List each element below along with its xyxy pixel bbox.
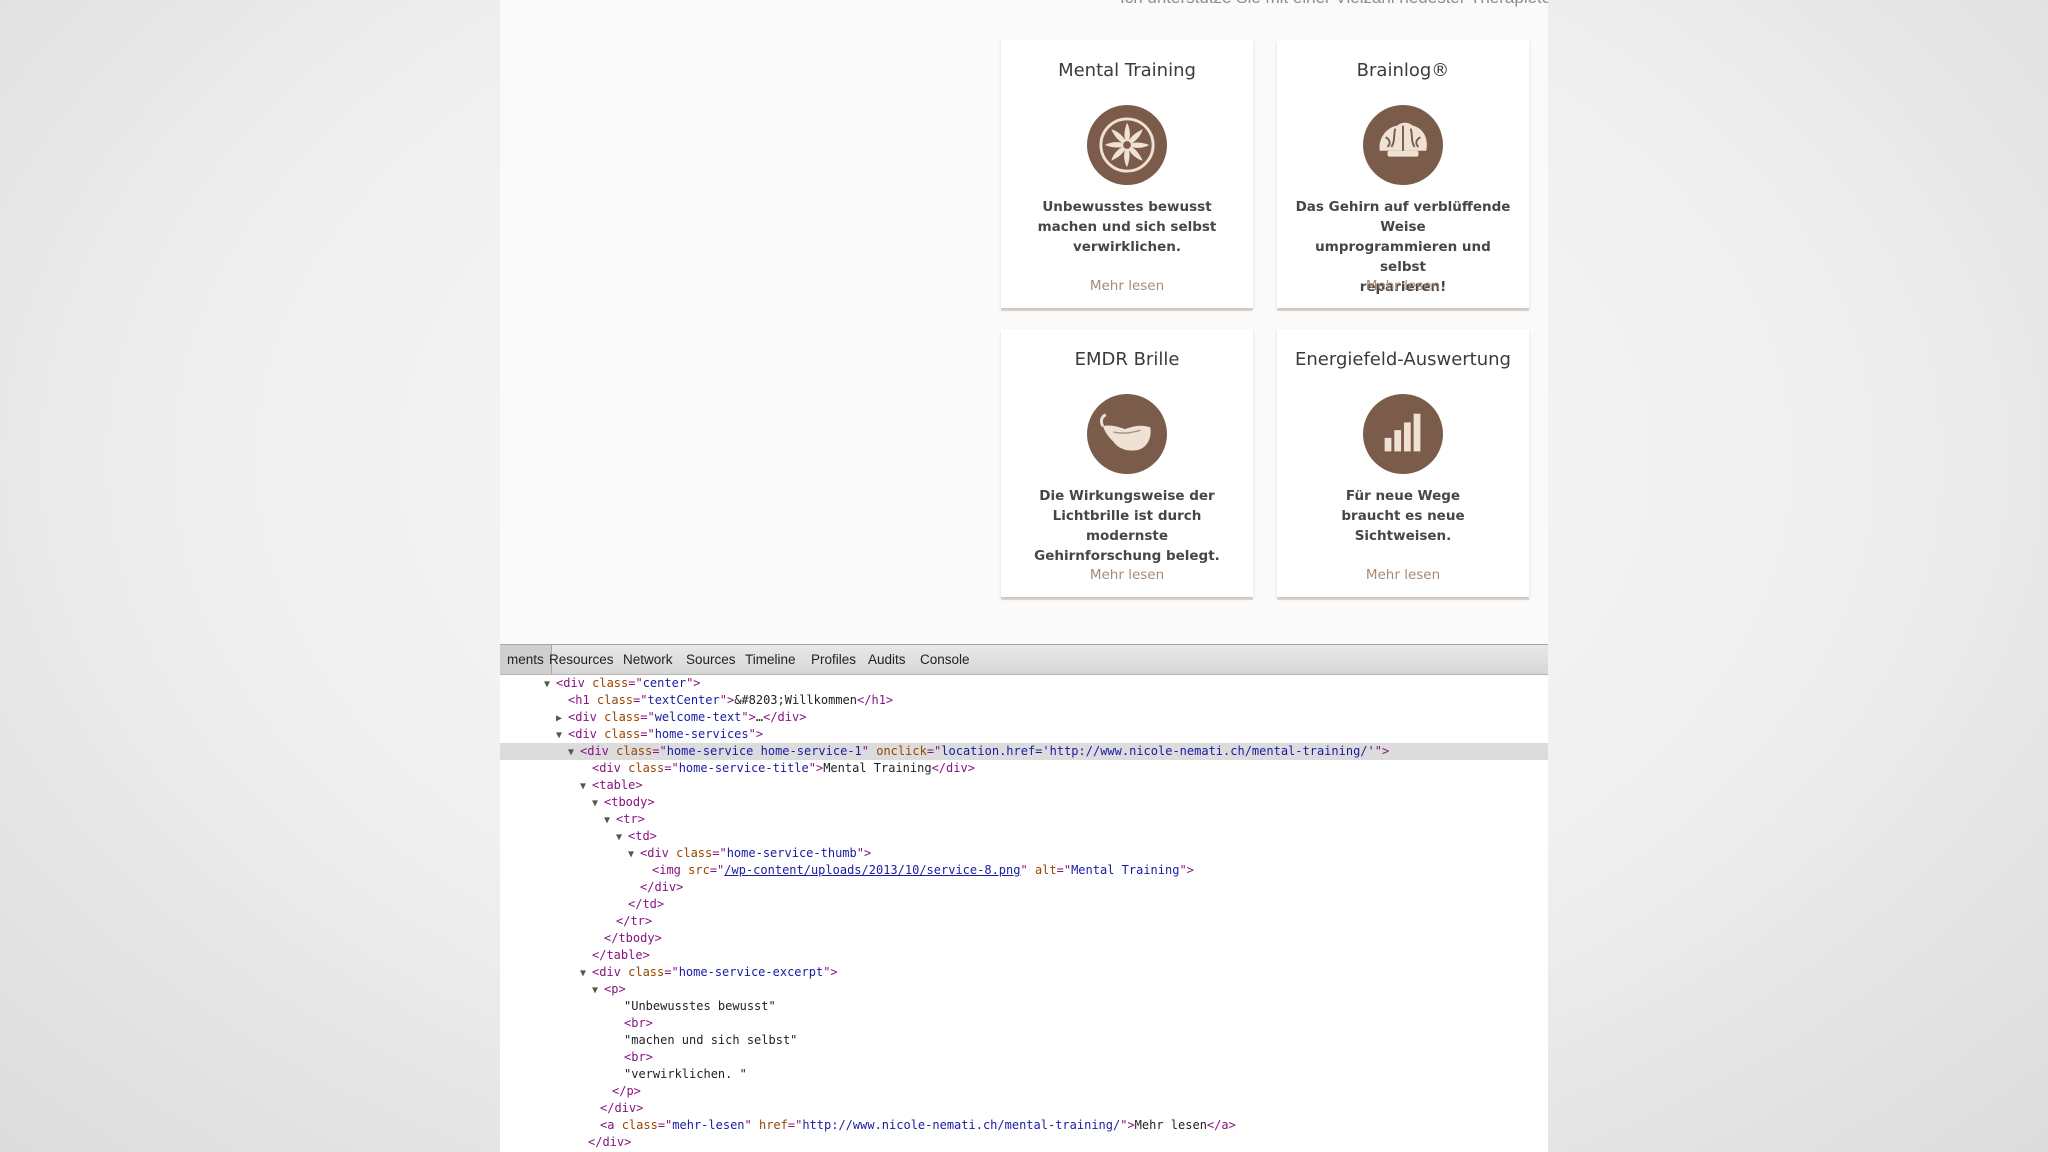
service-thumb (1087, 394, 1167, 474)
dom-node[interactable]: ▼ <td> (500, 828, 1548, 845)
expand-triangle-icon[interactable]: ▼ (592, 982, 604, 999)
tab-console[interactable]: Console (913, 645, 977, 674)
expand-triangle-icon[interactable]: ▼ (556, 727, 568, 744)
excerpt-line: braucht es neue (1341, 508, 1465, 524)
dom-node[interactable]: </p> (500, 1083, 1548, 1100)
service-thumb (1363, 105, 1443, 185)
dom-node[interactable]: </table> (500, 947, 1548, 964)
service-thumb (1087, 105, 1167, 185)
mehr-lesen-link[interactable]: Mehr lesen (1277, 567, 1529, 583)
dom-node[interactable]: </td> (500, 896, 1548, 913)
tab-timeline[interactable]: Timeline (738, 645, 803, 674)
service-card-emdr-brille[interactable]: EMDR Brille Die Wirkungsweise der Lichtb… (1001, 329, 1253, 597)
dom-node[interactable]: ▼ <tbody> (500, 794, 1548, 811)
dom-node[interactable]: ▼ <tr> (500, 811, 1548, 828)
excerpt-line: Für neue Wege (1345, 488, 1461, 504)
dom-node[interactable]: </div> (500, 879, 1548, 896)
dom-node[interactable]: <a class="mehr-lesen" href="http://www.n… (500, 1117, 1548, 1134)
dom-node[interactable]: ▶ <div class="welcome-text">…</div> (500, 709, 1548, 726)
dom-node[interactable]: ▼ <div class="home-service-excerpt"> (500, 964, 1548, 981)
dom-node[interactable]: </div> (500, 1100, 1548, 1117)
expand-triangle-icon[interactable]: ▼ (544, 676, 556, 693)
tab-sources[interactable]: Sources (679, 645, 743, 674)
mehr-lesen-link[interactable]: Mehr lesen (1277, 278, 1529, 294)
excerpt-line: umprogrammieren und selbst (1315, 239, 1491, 275)
service-excerpt: Die Wirkungsweise der Lichtbrille ist du… (1015, 486, 1239, 566)
excerpt-line: Unbewusstes bewusst (1042, 199, 1212, 215)
service-excerpt: Unbewusstes bewusst machen und sich selb… (1015, 197, 1239, 257)
excerpt-line: Sichtweisen. (1354, 528, 1452, 544)
service-title: Mental Training (1058, 60, 1196, 81)
tab-audits[interactable]: Audits (861, 645, 913, 674)
excerpt-line: verwirklichen. (1072, 239, 1182, 255)
service-title: Brainlog® (1356, 60, 1450, 81)
service-title: EMDR Brille (1074, 349, 1180, 370)
devtools-panel: ments Resources Network Sources Timeline… (500, 644, 1548, 1152)
services-tagline: Ich unterstütze Sie mit einer Vielzahl n… (1120, 0, 1548, 8)
expand-triangle-icon[interactable]: ▼ (616, 829, 628, 846)
browser-viewport: Ich unterstütze Sie mit einer Vielzahl n… (500, 0, 1548, 1152)
pinwheel-icon (1099, 117, 1155, 173)
excerpt-line: Gehirnforschung belegt. (1034, 548, 1220, 564)
expand-triangle-icon[interactable]: ▼ (592, 795, 604, 812)
bar-chart-icon (1384, 413, 1421, 452)
mehr-lesen-link[interactable]: Mehr lesen (1001, 567, 1253, 583)
dom-node[interactable]: <br> (500, 1015, 1548, 1032)
dom-node-selected[interactable]: ▼ <div class="home-service home-service-1… (500, 743, 1548, 760)
dom-node[interactable]: </tr> (500, 913, 1548, 930)
dom-node[interactable]: ▼ <table> (500, 777, 1548, 794)
service-title: Energiefeld-Auswertung (1295, 349, 1511, 370)
dom-node[interactable]: ▼ <div class="home-service-thumb"> (500, 845, 1548, 862)
tab-profiles[interactable]: Profiles (804, 645, 863, 674)
excerpt-line: machen und sich selbst (1037, 219, 1217, 235)
dom-node[interactable]: ▼ <p> (500, 981, 1548, 998)
tab-network[interactable]: Network (616, 645, 680, 674)
service-card-mental-training[interactable]: Mental Training Unbewusstes bewusst mach… (1001, 40, 1253, 308)
dom-text-node[interactable]: "Unbewusstes bewusst" (500, 998, 1548, 1015)
dom-node[interactable]: ▼ <div class="home-services"> (500, 726, 1548, 743)
tab-resources[interactable]: Resources (542, 645, 621, 674)
dom-node[interactable]: <img src="/wp-content/uploads/2013/10/se… (500, 862, 1548, 879)
excerpt-line: Das Gehirn auf verblüffende Weise (1295, 199, 1511, 235)
expand-triangle-icon[interactable]: ▼ (604, 812, 616, 829)
service-card-brainlog[interactable]: Brainlog® Das Gehirn auf verblüffende We… (1277, 40, 1529, 308)
devtools-toolbar: ments Resources Network Sources Timeline… (500, 644, 1548, 675)
excerpt-line: Lichtbrille ist durch modernste (1052, 508, 1202, 544)
mehr-lesen-link[interactable]: Mehr lesen (1001, 278, 1253, 294)
brain-icon (1379, 122, 1427, 157)
expand-triangle-icon[interactable]: ▼ (568, 744, 580, 761)
service-card-energiefeld[interactable]: Energiefeld-Auswertung Für neue Wege bra… (1277, 329, 1529, 597)
dom-node[interactable]: </tbody> (500, 930, 1548, 947)
dom-node[interactable]: <h1 class="textCenter">&#8203;Willkommen… (500, 692, 1548, 709)
expand-triangle-icon[interactable]: ▼ (628, 846, 640, 863)
img-src-link[interactable]: /wp-content/uploads/2013/10/service-8.pn… (724, 863, 1020, 877)
expand-triangle-icon[interactable]: ▶ (556, 710, 568, 727)
web-page: Ich unterstütze Sie mit einer Vielzahl n… (500, 0, 1548, 646)
expand-triangle-icon[interactable]: ▼ (580, 965, 592, 982)
service-thumb (1363, 394, 1443, 474)
dom-text-node[interactable]: "verwirklichen. " (500, 1066, 1548, 1083)
glasses-icon (1100, 413, 1151, 451)
dom-text-node[interactable]: "machen und sich selbst" (500, 1032, 1548, 1049)
dom-node[interactable]: ▼ <div class="center"> (500, 675, 1548, 692)
expand-triangle-icon[interactable]: ▼ (580, 778, 592, 795)
service-excerpt: Für neue Wege braucht es neue Sichtweise… (1291, 486, 1515, 546)
excerpt-line: Die Wirkungsweise der (1039, 488, 1215, 504)
dom-node[interactable]: </div> (500, 1134, 1548, 1151)
dom-node[interactable]: <div class="home-service-title">Mental T… (500, 760, 1548, 777)
dom-node[interactable]: <br> (500, 1049, 1548, 1066)
